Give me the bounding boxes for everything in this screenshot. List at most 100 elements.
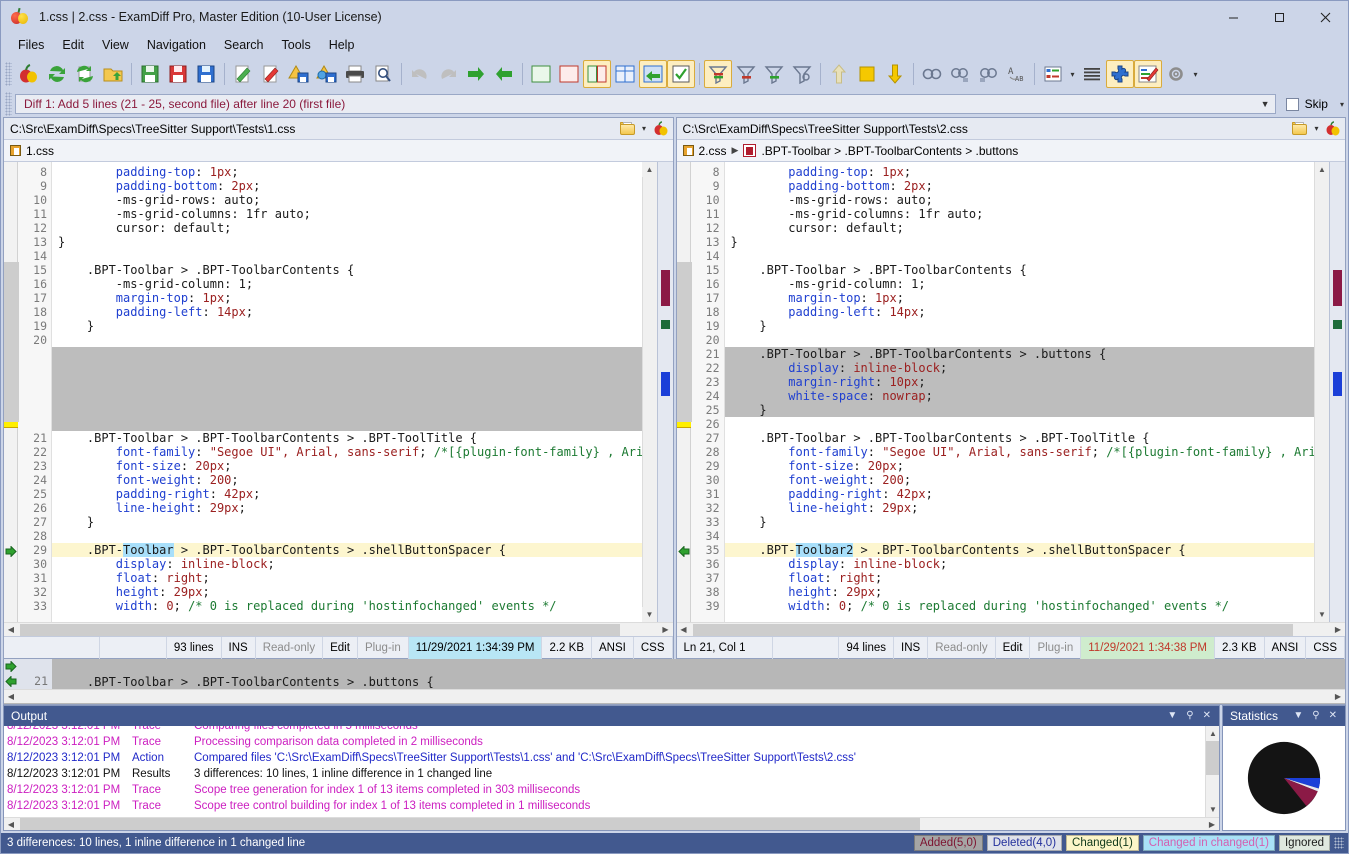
output-pin-icon[interactable]: ⚲ xyxy=(1186,711,1193,721)
minimize-button[interactable] xyxy=(1210,1,1256,33)
filter-options-icon[interactable] xyxy=(788,60,816,88)
output-hscroll-left-icon[interactable]: ◀ xyxy=(4,817,18,831)
code-line[interactable]: } xyxy=(52,235,642,249)
left-diff-map[interactable] xyxy=(657,162,673,622)
code-line[interactable]: } xyxy=(52,319,642,333)
left-hscroll-left-icon[interactable]: ◀ xyxy=(4,623,18,637)
menu-navigation[interactable]: Navigation xyxy=(138,35,215,55)
code-line[interactable]: padding-bottom: 2px; xyxy=(52,179,642,193)
code-line[interactable]: } xyxy=(725,403,1315,417)
view-split-icon[interactable] xyxy=(583,60,611,88)
statistics-close-icon[interactable]: ✕ xyxy=(1329,711,1337,721)
right-crumb-scope[interactable]: .BPT-Toolbar > .BPT-ToolbarContents > .b… xyxy=(761,144,1018,158)
right-scroll-down-icon[interactable]: ▼ xyxy=(1315,607,1330,622)
left-syntax[interactable]: CSS xyxy=(634,637,673,659)
code-line[interactable]: white-space: nowrap; xyxy=(725,389,1315,403)
code-line[interactable]: padding-left: 14px; xyxy=(52,305,642,319)
code-line[interactable]: .BPT-Toolbar > .BPT-ToolbarContents { xyxy=(52,263,642,277)
left-scroll-thumb[interactable] xyxy=(4,262,19,422)
code-line[interactable] xyxy=(52,417,642,431)
output-close-icon[interactable]: ✕ xyxy=(1203,711,1211,721)
output-row[interactable]: 8/12/2023 3:12:01 PMResults3 differences… xyxy=(4,766,1205,782)
output-row[interactable]: 8/12/2023 3:12:01 PMActionCompared files… xyxy=(4,750,1205,766)
code-line[interactable]: width: 0; /* 0 is replaced during 'hosti… xyxy=(725,599,1315,613)
badge-changed[interactable]: Changed(1) xyxy=(1066,835,1139,851)
code-line[interactable]: cursor: default; xyxy=(725,221,1315,235)
code-line[interactable] xyxy=(52,375,642,389)
left-hscrollbar[interactable]: ◀ ▶ xyxy=(4,622,673,636)
right-insert-mode[interactable]: INS xyxy=(894,637,928,659)
save-blue-icon[interactable] xyxy=(192,60,220,88)
diff-map-changed-mark[interactable] xyxy=(1333,320,1342,329)
code-line[interactable]: -ms-grid-columns: 1fr auto; xyxy=(52,207,642,221)
view-grid-icon[interactable] xyxy=(611,60,639,88)
next-diff-icon[interactable] xyxy=(881,60,909,88)
right-compare-icon[interactable] xyxy=(1325,121,1341,136)
output-row[interactable]: 8/12/2023 3:12:01 PMTraceComparing files… xyxy=(4,726,1205,734)
code-line[interactable] xyxy=(725,529,1315,543)
menu-edit[interactable]: Edit xyxy=(53,35,93,55)
print-icon[interactable] xyxy=(341,60,369,88)
menu-files[interactable]: Files xyxy=(9,35,53,55)
code-line[interactable]: line-height: 29px; xyxy=(725,501,1315,515)
code-line[interactable]: -ms-grid-column: 1; xyxy=(52,277,642,291)
output-hscrollbar[interactable]: ◀ ▶ xyxy=(4,817,1219,830)
current-diff-icon[interactable] xyxy=(853,60,881,88)
right-edit-mode[interactable]: Edit xyxy=(996,637,1031,659)
left-insert-mode[interactable]: INS xyxy=(222,637,256,659)
code-line[interactable]: height: 29px; xyxy=(52,585,642,599)
left-scroll-up-icon[interactable]: ▲ xyxy=(642,162,657,177)
code-line[interactable]: padding-right: 42px; xyxy=(725,487,1315,501)
code-line[interactable]: -ms-grid-column: 1; xyxy=(725,277,1315,291)
code-line[interactable]: } xyxy=(725,515,1315,529)
find-icon[interactable] xyxy=(918,60,946,88)
syntax-icon[interactable] xyxy=(1134,60,1162,88)
right-diff-arrow-2-icon[interactable] xyxy=(678,546,690,557)
diffnav-grip[interactable] xyxy=(5,92,12,116)
toolbar-grip[interactable] xyxy=(5,62,12,86)
recompare-icon[interactable] xyxy=(71,60,99,88)
code-line[interactable]: display: inline-block; xyxy=(725,361,1315,375)
left-vscrollbar[interactable]: ▲ ▼ xyxy=(642,162,657,622)
filter-all-icon[interactable] xyxy=(704,60,732,88)
right-code-text[interactable]: padding-top: 1px; padding-bottom: 2px; -… xyxy=(725,162,1315,622)
code-line[interactable] xyxy=(52,347,642,361)
code-line[interactable]: width: 0; /* 0 is replaced during 'hosti… xyxy=(52,599,642,613)
code-line[interactable]: line-height: 29px; xyxy=(52,501,642,515)
code-line[interactable]: .BPT-Toolbar > .BPT-ToolbarContents > .B… xyxy=(725,431,1315,445)
left-diff-arrow-2-icon[interactable] xyxy=(5,546,17,557)
code-line[interactable]: padding-top: 1px; xyxy=(725,165,1315,179)
output-row[interactable]: 8/12/2023 3:12:01 PMTraceProcessing comp… xyxy=(4,734,1205,750)
right-diff-map[interactable] xyxy=(1329,162,1345,622)
right-hscrollbar[interactable]: ◀ ▶ xyxy=(677,622,1346,636)
right-readonly-mode[interactable]: Read-only xyxy=(928,637,995,659)
code-line[interactable] xyxy=(725,417,1315,431)
code-line[interactable]: padding-bottom: 2px; xyxy=(725,179,1315,193)
code-line[interactable]: .BPT-Toolbar > .BPT-ToolbarContents > .B… xyxy=(52,431,642,445)
output-rows[interactable]: 8/12/2023 3:12:01 PMTraceComparing files… xyxy=(4,726,1205,817)
code-line[interactable] xyxy=(52,389,642,403)
left-hscroll-right-icon[interactable]: ▶ xyxy=(659,623,673,637)
code-line[interactable]: height: 29px; xyxy=(725,585,1315,599)
right-syntax[interactable]: CSS xyxy=(1306,637,1345,659)
output-scroll-up-icon[interactable]: ▲ xyxy=(1206,726,1219,741)
code-line[interactable]: .BPT-Toolbar > .BPT-ToolbarContents > .b… xyxy=(725,347,1315,361)
output-row[interactable]: 8/12/2023 3:12:01 PMTraceScope tree gene… xyxy=(4,782,1205,798)
plugins-icon[interactable] xyxy=(1106,60,1134,88)
code-line[interactable]: } xyxy=(725,235,1315,249)
refresh-icon[interactable] xyxy=(43,60,71,88)
close-button[interactable] xyxy=(1302,1,1348,33)
left-plugin-status[interactable]: Plug-in xyxy=(358,637,409,659)
right-vscrollbar[interactable]: ▲ ▼ xyxy=(1314,162,1329,622)
right-crumb-file[interactable]: 2.css xyxy=(699,144,727,158)
left-file-path[interactable]: C:\Src\ExamDiff\Specs\TreeSitter Support… xyxy=(10,122,295,136)
redo-icon[interactable] xyxy=(434,60,462,88)
diff-map-deleted-mark[interactable] xyxy=(1333,270,1342,306)
badge-changed-in-changed[interactable]: Changed in changed(1) xyxy=(1143,835,1275,851)
output-vscrollbar[interactable]: ▲ ▼ xyxy=(1205,726,1219,817)
layout-icon[interactable] xyxy=(1039,60,1067,88)
code-line[interactable]: padding-top: 1px; xyxy=(52,165,642,179)
code-line[interactable]: font-family: "Segoe UI", Arial, sans-ser… xyxy=(725,445,1315,459)
left-readonly-mode[interactable]: Read-only xyxy=(256,637,323,659)
right-scroll-thumb[interactable] xyxy=(677,262,692,422)
